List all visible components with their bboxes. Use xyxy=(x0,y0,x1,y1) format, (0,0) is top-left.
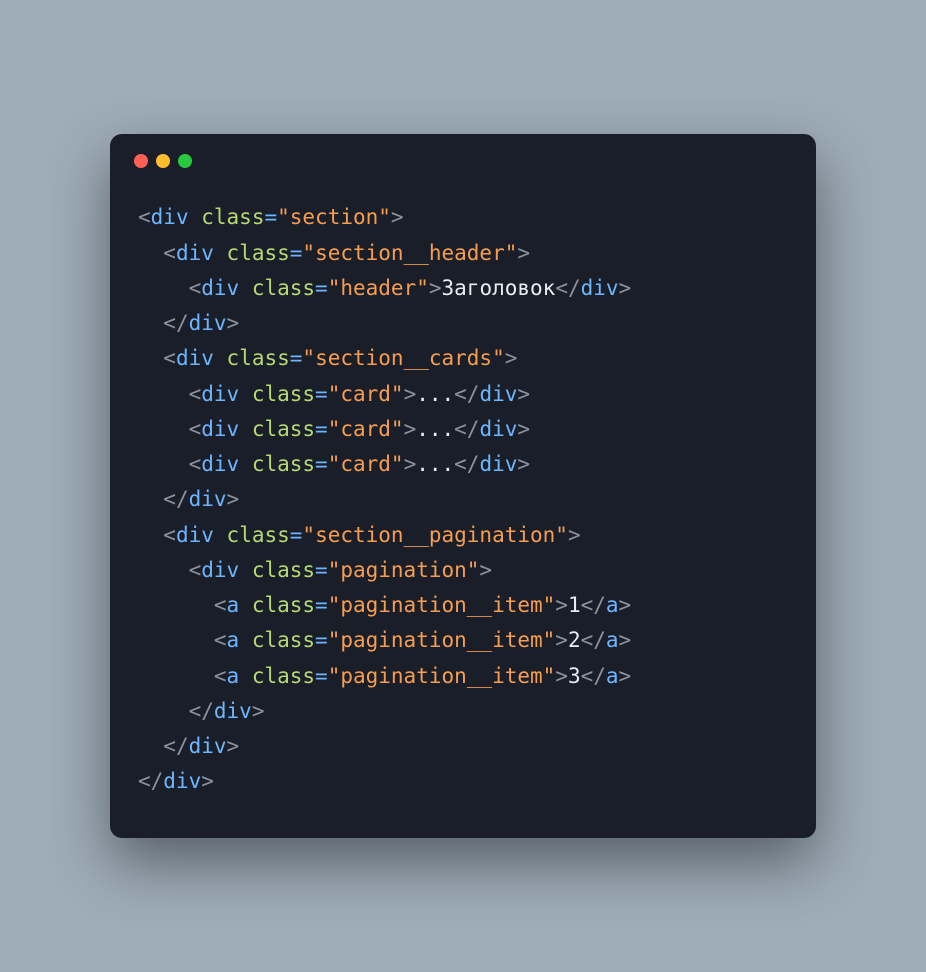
code-content: <div class="section"> <div class="sectio… xyxy=(110,176,816,838)
minimize-window-button[interactable] xyxy=(156,154,170,168)
close-window-button[interactable] xyxy=(134,154,148,168)
code-editor-window: <div class="section"> <div class="sectio… xyxy=(110,134,816,838)
window-titlebar xyxy=(110,134,816,176)
maximize-window-button[interactable] xyxy=(178,154,192,168)
